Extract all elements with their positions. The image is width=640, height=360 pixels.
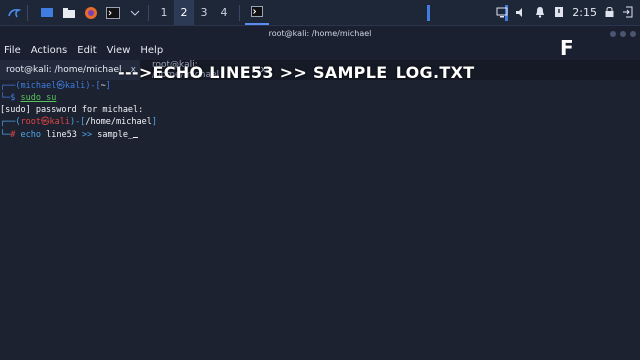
workspace-2[interactable]: 2	[174, 0, 194, 25]
command-text: echo	[20, 130, 41, 140]
workspace-3[interactable]: 3	[194, 6, 214, 19]
text-cursor	[133, 128, 139, 138]
window-titlebar[interactable]: root@kali: /home/michael	[0, 26, 640, 42]
panel-separator	[148, 4, 149, 21]
files-icon[interactable]	[61, 5, 77, 21]
output-line: [sudo] password for michael:	[0, 104, 143, 116]
prompt-user: michael	[20, 81, 57, 91]
prompt-symbol: #	[10, 130, 21, 140]
prompt-frame: └─	[0, 130, 11, 140]
menu-edit[interactable]: Edit	[77, 45, 96, 56]
terminal-icon[interactable]	[105, 5, 121, 21]
prompt-frame: )-[	[69, 117, 86, 127]
prompt-frame: ]	[105, 81, 111, 91]
maximize-button[interactable]	[620, 31, 626, 37]
top-panel: 1 2 3 4 2:15	[0, 0, 640, 26]
desktop-icon[interactable]	[39, 5, 55, 21]
terminal-icon	[251, 6, 263, 17]
command-argument: line53	[40, 130, 82, 140]
prompt-host: kali	[64, 81, 86, 91]
command-argument: sample_	[92, 130, 134, 140]
speaker-icon[interactable]	[515, 3, 527, 22]
prompt-frame: └─	[0, 93, 11, 103]
firefox-icon[interactable]	[83, 5, 99, 21]
taskbar-terminal-item[interactable]	[245, 0, 269, 25]
prompt-frame: ┌──(	[0, 81, 21, 91]
panel-accent	[427, 5, 430, 21]
tab-label: root@kali: /home/michael	[6, 65, 122, 75]
window-title: root@kali: /home/michael	[268, 29, 372, 38]
bell-icon[interactable]	[534, 3, 546, 22]
panel-separator	[239, 4, 240, 21]
menu-view[interactable]: View	[107, 45, 131, 56]
menu-help[interactable]: Help	[140, 45, 163, 56]
corner-letter: F	[560, 36, 574, 60]
chevron-down-icon[interactable]	[127, 5, 143, 21]
terminal-output[interactable]: ┌──(michael㉿kali)-[~] └─$ sudo su [sudo]…	[0, 80, 640, 360]
lock-icon[interactable]	[604, 3, 615, 22]
workspace-4[interactable]: 4	[214, 6, 234, 19]
close-button[interactable]	[630, 31, 636, 37]
workspace-1[interactable]: 1	[154, 6, 174, 19]
system-tray: 2:15	[496, 0, 640, 25]
monitor-icon[interactable]	[496, 3, 508, 22]
prompt-skull: ㉿	[56, 81, 65, 91]
command-text: sudo su	[20, 93, 57, 103]
kali-menu-icon[interactable]	[6, 5, 22, 21]
prompt-line-2: ┌──(root㉿kali)-[/home/michael]	[0, 116, 157, 128]
prompt-host: kali	[49, 117, 70, 127]
panel-separator	[27, 4, 28, 21]
menu-bar: File Actions Edit View Help	[0, 42, 640, 59]
command-line-2: └─# echo line53 >> sample_	[0, 128, 139, 141]
minimize-button[interactable]	[610, 31, 616, 37]
prompt-symbol: $	[10, 93, 21, 103]
redirect-operator: >>	[81, 130, 93, 140]
clock[interactable]: 2:15	[572, 6, 597, 19]
prompt-frame: )-[	[85, 81, 101, 91]
prompt-line-1: ┌──(michael㉿kali)-[~]	[0, 80, 111, 92]
command-line-1: └─$ sudo su	[0, 92, 56, 104]
menu-actions[interactable]: Actions	[31, 45, 68, 56]
sudo-password-prompt: [sudo] password for michael:	[0, 105, 144, 115]
prompt-user: root	[20, 117, 41, 127]
power-icon[interactable]	[553, 3, 565, 22]
menu-file[interactable]: File	[4, 45, 21, 56]
prompt-path: /home/michael	[85, 117, 152, 127]
logout-icon[interactable]	[622, 3, 634, 22]
prompt-frame: ]	[151, 117, 157, 127]
prompt-frame: ┌──(	[0, 117, 21, 127]
